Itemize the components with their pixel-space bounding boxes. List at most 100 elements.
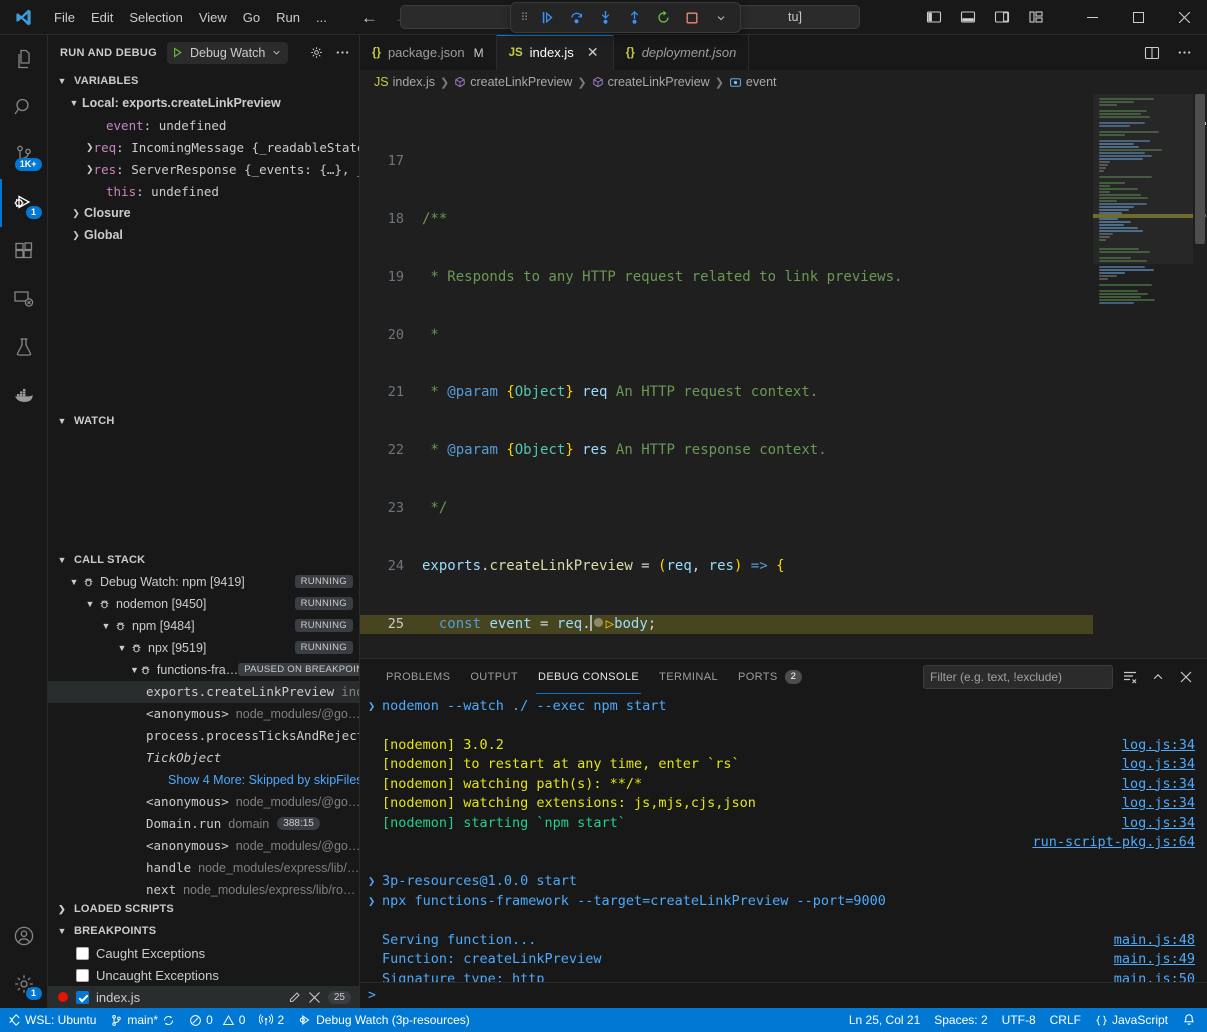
menu-file[interactable]: File bbox=[46, 6, 83, 29]
status-debug-session[interactable]: Debug Watch (3p-resources) bbox=[291, 1008, 477, 1032]
call-stack-frame-row[interactable]: TickObject bbox=[48, 747, 359, 769]
debug-more-actions-button[interactable] bbox=[708, 6, 734, 30]
chevron-down-icon[interactable]: ▼ bbox=[114, 643, 130, 653]
variable-group-closure[interactable]: ❯ Closure bbox=[48, 202, 359, 224]
section-header-loaded-scripts[interactable]: ❯ LOADED SCRIPTS bbox=[48, 898, 359, 920]
sidebar-more-actions-icon[interactable] bbox=[331, 42, 353, 64]
tab-debug-console[interactable]: DEBUG CONSOLE bbox=[528, 659, 649, 694]
console-source-link[interactable]: log.js:34 bbox=[1122, 815, 1195, 831]
variable-row-req[interactable]: ❯ req: IncomingMessage {_readableState:… bbox=[48, 136, 359, 158]
status-problems[interactable]: 0 0 bbox=[182, 1008, 252, 1032]
console-source-link[interactable]: log.js:34 bbox=[1122, 795, 1195, 811]
call-stack-show-more-row[interactable]: Show 4 More: Skipped by skipFiles bbox=[48, 769, 359, 791]
editor-minimap[interactable] bbox=[1093, 94, 1193, 658]
chevron-down-icon[interactable]: ▼ bbox=[98, 621, 114, 631]
call-stack-session-row[interactable]: ▼ npm [9484] RUNNING bbox=[48, 615, 359, 637]
toggle-primary-sidebar-icon[interactable] bbox=[919, 4, 949, 30]
layout-controls[interactable] bbox=[919, 4, 1051, 30]
code-area[interactable]: 17 18 /** 19 * Responds to any HTTP requ… bbox=[360, 94, 1093, 658]
console-source-link[interactable]: log.js:34 bbox=[1122, 776, 1195, 792]
debug-stop-button[interactable] bbox=[679, 6, 705, 30]
tab-terminal[interactable]: TERMINAL bbox=[649, 659, 728, 694]
console-source-link[interactable]: main.js:49 bbox=[1114, 951, 1195, 967]
activitybar-item-accounts[interactable] bbox=[0, 912, 48, 960]
window-maximize-button[interactable] bbox=[1115, 0, 1161, 34]
activitybar-item-search[interactable] bbox=[0, 83, 48, 131]
tab-close-icon[interactable]: ✕ bbox=[585, 44, 601, 61]
start-debug-icon[interactable] bbox=[171, 46, 184, 59]
status-indentation[interactable]: Spaces: 2 bbox=[927, 1008, 994, 1032]
console-source-link[interactable]: main.js:50 bbox=[1114, 971, 1195, 982]
debug-step-into-button[interactable] bbox=[592, 6, 618, 30]
call-stack-session-row[interactable]: ▼ functions-fra… PAUSED ON BREAKPOINT bbox=[48, 659, 359, 681]
console-source-link[interactable]: run-script-pkg.js:64 bbox=[1032, 834, 1195, 850]
activitybar-item-run-and-debug[interactable]: 1 bbox=[0, 179, 48, 227]
sync-icon[interactable] bbox=[162, 1014, 175, 1027]
call-stack-show-more-link[interactable]: Show 4 More: Skipped by skipFiles bbox=[168, 773, 359, 787]
status-cursor-position[interactable]: Ln 25, Col 21 bbox=[842, 1008, 927, 1032]
collapse-panel-icon[interactable] bbox=[1147, 666, 1169, 688]
close-panel-icon[interactable] bbox=[1175, 666, 1197, 688]
call-stack-frame-row[interactable]: <anonymous> node_modules/@go… bbox=[48, 791, 359, 813]
tab-package-json[interactable]: {} package.json M bbox=[360, 35, 497, 70]
section-header-variables[interactable]: ▼ VARIABLES bbox=[48, 70, 359, 92]
breadcrumb-item-variable[interactable]: event bbox=[729, 75, 777, 89]
breakpoint-row-index-js[interactable]: index.js 25 bbox=[48, 986, 359, 1008]
variable-row-this[interactable]: this: undefined bbox=[48, 180, 359, 202]
debug-continue-button[interactable] bbox=[534, 6, 560, 30]
window-minimize-button[interactable] bbox=[1069, 0, 1115, 34]
debug-restart-button[interactable] bbox=[650, 6, 676, 30]
breakpoint-checkbox[interactable] bbox=[76, 991, 89, 1004]
inline-debug-icon[interactable]: ▷ bbox=[606, 616, 614, 632]
editor-vertical-scrollbar[interactable] bbox=[1193, 94, 1207, 658]
breakpoint-checkbox[interactable] bbox=[76, 947, 89, 960]
status-remote-host[interactable]: WSL: Ubuntu bbox=[0, 1008, 103, 1032]
menu-edit[interactable]: Edit bbox=[83, 6, 121, 29]
debug-step-over-button[interactable] bbox=[563, 6, 589, 30]
activitybar-item-remote-explorer[interactable] bbox=[0, 275, 48, 323]
watch-list[interactable] bbox=[48, 432, 359, 549]
chevron-right-icon[interactable]: ❯ bbox=[68, 230, 84, 241]
variable-row-res[interactable]: ❯ res: ServerResponse {_events: {…}, _e… bbox=[48, 158, 359, 180]
console-source-link[interactable]: main.js:48 bbox=[1114, 932, 1195, 948]
chevron-right-icon[interactable]: ❯ bbox=[68, 208, 84, 219]
toggle-panel-icon[interactable] bbox=[953, 4, 983, 30]
section-header-breakpoints[interactable]: ▼ BREAKPOINTS bbox=[48, 920, 359, 942]
breadcrumb-item-symbol-2[interactable]: createLinkPreview bbox=[592, 75, 710, 89]
debug-console-repl-input[interactable]: > bbox=[360, 982, 1207, 1008]
call-stack-frame-row[interactable]: <anonymous> node_modules/@go… bbox=[48, 835, 359, 857]
console-source-link[interactable]: log.js:34 bbox=[1122, 756, 1195, 772]
breakpoint-row-caught-exceptions[interactable]: Caught Exceptions bbox=[48, 942, 359, 964]
tab-deployment-json[interactable]: {} deployment.json bbox=[614, 35, 750, 70]
remove-breakpoint-icon[interactable] bbox=[309, 992, 320, 1003]
status-language-mode[interactable]: JavaScript bbox=[1088, 1008, 1175, 1032]
debug-console-output[interactable]: ❯ nodemon --watch ./ --exec npm start [n… bbox=[360, 694, 1207, 982]
edit-breakpoint-icon[interactable] bbox=[288, 991, 301, 1004]
activitybar-item-explorer[interactable] bbox=[0, 35, 48, 83]
call-stack-frame-row[interactable]: process.processTicksAndRejections bbox=[48, 725, 359, 747]
activitybar-item-testing[interactable] bbox=[0, 323, 48, 371]
tab-ports[interactable]: PORTS 2 bbox=[728, 659, 812, 694]
call-stack-frame-row[interactable]: handle node_modules/express/lib/… bbox=[48, 857, 359, 879]
debug-step-out-button[interactable] bbox=[621, 6, 647, 30]
call-stack-session-row[interactable]: ▼ npx [9519] RUNNING bbox=[48, 637, 359, 659]
menu-run[interactable]: Run bbox=[268, 6, 308, 29]
window-close-button[interactable] bbox=[1161, 0, 1207, 34]
section-header-callstack[interactable]: ▼ CALL STACK bbox=[48, 549, 359, 571]
call-stack-frame-row[interactable]: next node_modules/express/lib/ro… bbox=[48, 879, 359, 898]
variables-scope-row[interactable]: ▼ Local: exports.createLinkPreview bbox=[48, 92, 359, 114]
call-stack-frame-row[interactable]: <anonymous> node_modules/@go… bbox=[48, 703, 359, 725]
window-controls[interactable] bbox=[919, 0, 1207, 34]
call-stack-session-row[interactable]: ▼ nodemon [9450] RUNNING bbox=[48, 593, 359, 615]
split-editor-right-icon[interactable] bbox=[1137, 40, 1167, 66]
chevron-down-icon[interactable]: ▼ bbox=[82, 599, 98, 609]
tab-index-js[interactable]: JS index.js ✕ bbox=[497, 35, 614, 70]
clear-console-icon[interactable] bbox=[1119, 666, 1141, 688]
editor-actions[interactable] bbox=[1137, 35, 1207, 70]
sidebar-header-actions[interactable] bbox=[305, 42, 353, 64]
menu-more[interactable]: ... bbox=[308, 6, 335, 29]
activitybar-item-source-control[interactable]: 1K+ bbox=[0, 131, 48, 179]
breadcrumb-item-symbol-1[interactable]: createLinkPreview bbox=[454, 75, 572, 89]
chevron-down-icon[interactable] bbox=[271, 47, 282, 58]
breakpoint-row-uncaught-exceptions[interactable]: Uncaught Exceptions bbox=[48, 964, 359, 986]
